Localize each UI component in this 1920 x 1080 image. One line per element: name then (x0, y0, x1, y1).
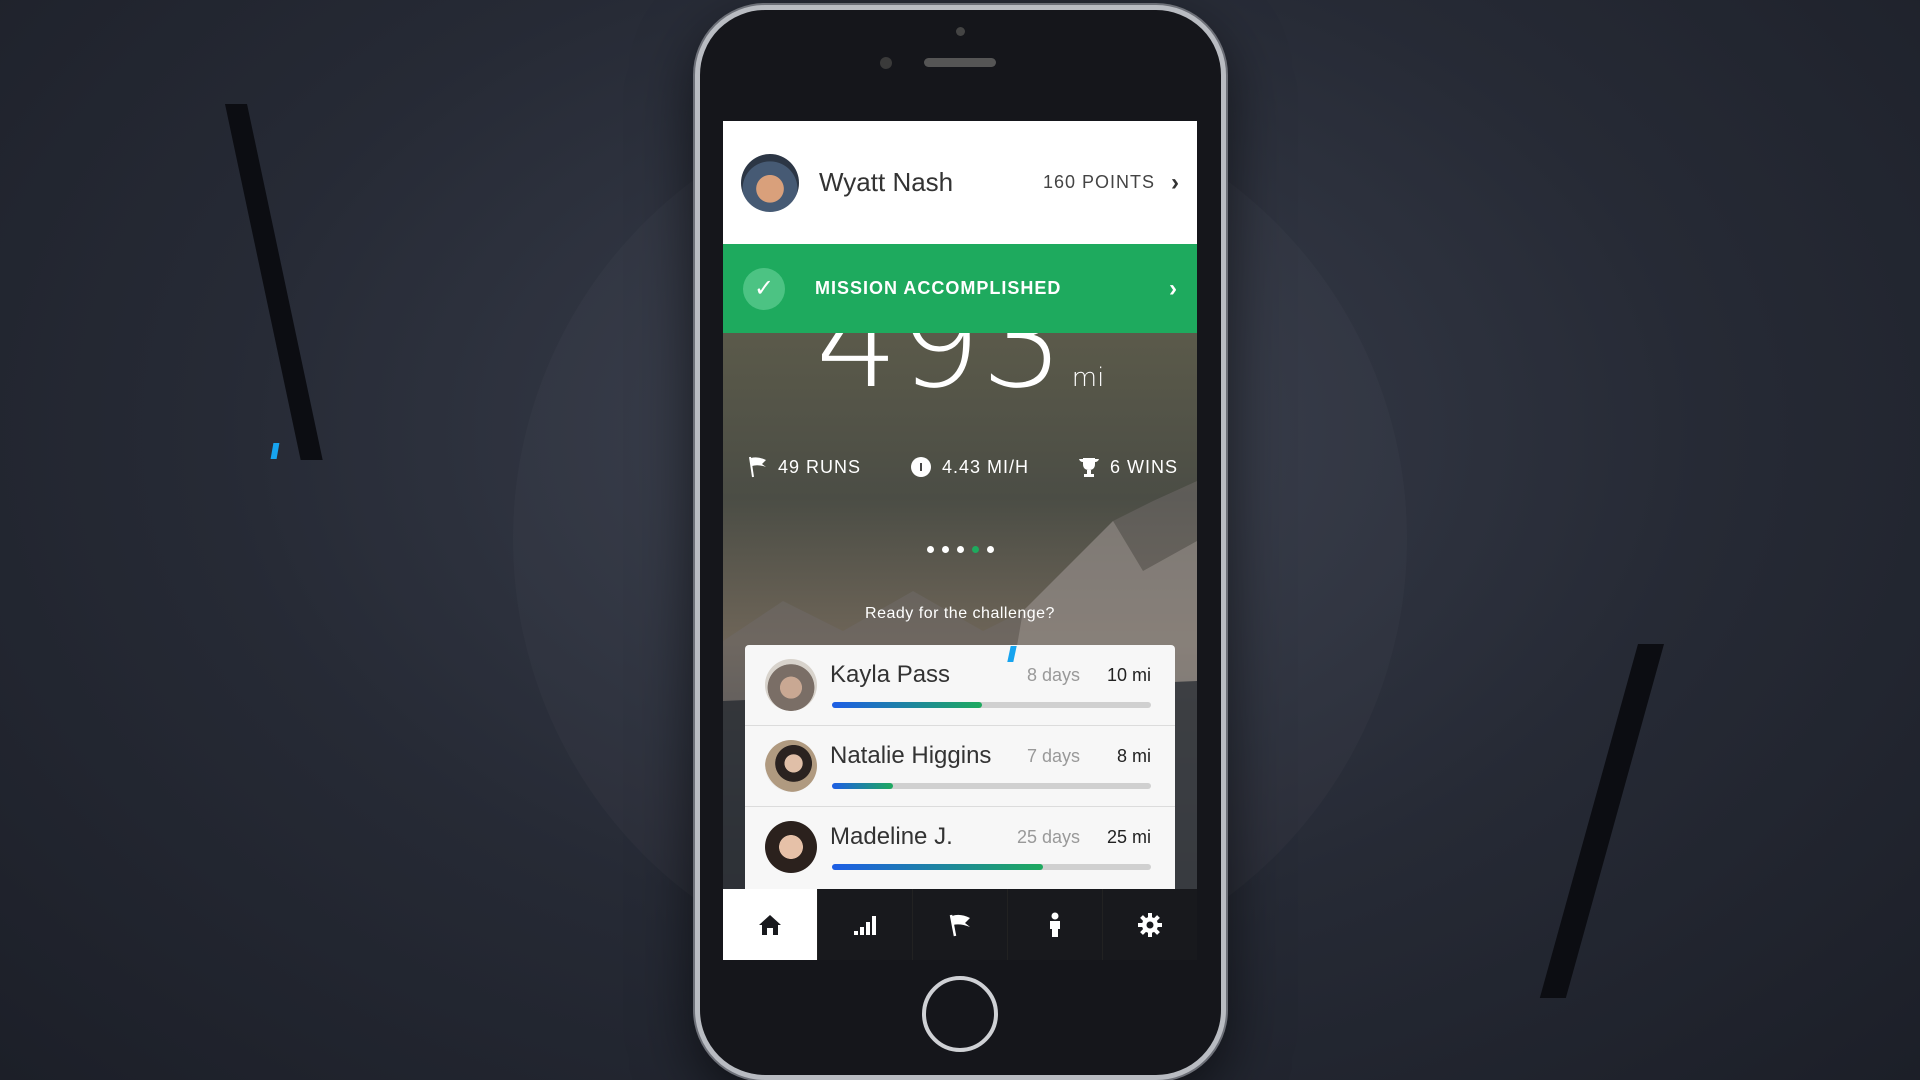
list-item[interactable]: Natalie Higgins 7 days 8 mi (745, 726, 1175, 807)
progress-bar (832, 783, 1151, 789)
stats-icon (854, 915, 876, 935)
flag-icon (949, 914, 970, 936)
challenger-name: Madeline J. (830, 823, 953, 850)
speedometer-icon (910, 457, 931, 477)
banner-label: MISSION ACCOMPLISHED (815, 278, 1062, 298)
app-screen: 493 mi Wyatt Nash 160 POINTS › ✓ MISSION … (723, 121, 1197, 960)
progress-fill (832, 702, 982, 708)
stat-wins: 6 WINS (1078, 456, 1178, 478)
chevron-right-icon: › (1171, 168, 1179, 196)
stat-label: 6 WINS (1109, 456, 1178, 477)
page-dot[interactable] (956, 546, 964, 553)
challenger-distance: 10 mi (1106, 665, 1151, 685)
gear-icon (1138, 912, 1162, 937)
user-name: Wyatt Nash (819, 167, 954, 197)
person-icon (1050, 912, 1060, 937)
challenger-distance: 8 mi (1116, 746, 1151, 766)
avatar (765, 821, 817, 873)
decorative-bar (1539, 644, 1664, 998)
challenger-days: 8 days (1026, 665, 1080, 685)
progress-fill (832, 864, 1043, 870)
stat-label: 4.43 MI/H (941, 456, 1030, 477)
home-icon (759, 914, 781, 935)
page-dot-active[interactable] (971, 546, 979, 553)
page-dot[interactable] (941, 546, 949, 553)
avatar (765, 740, 817, 792)
page-dot[interactable] (926, 546, 934, 553)
decorative-mark (270, 443, 280, 459)
list-item[interactable]: Madeline J. 25 days 25 mi (745, 807, 1175, 888)
tab-settings[interactable] (1103, 889, 1197, 960)
stat-runs: 49 RUNS (748, 456, 861, 478)
earpiece-speaker (924, 58, 996, 67)
challenger-distance: 25 mi (1106, 827, 1151, 847)
stats-row: 49 RUNS 4.43 MI/H 6 WINS (748, 456, 1178, 478)
flag-icon (749, 456, 766, 478)
points-count: 160 POINTS (1042, 172, 1155, 192)
progress-fill (832, 783, 893, 789)
trophy-icon (1078, 458, 1099, 477)
distance-unit: mi (1071, 363, 1105, 393)
mission-banner[interactable]: ✓ MISSION ACCOMPLISHED › (723, 244, 1197, 333)
sensor (956, 27, 965, 36)
chevron-right-icon: › (1169, 274, 1177, 302)
tab-profile[interactable] (1008, 889, 1103, 960)
challenger-days: 25 days (1016, 827, 1080, 847)
check-icon: ✓ (743, 267, 785, 310)
home-button[interactable] (922, 976, 998, 1052)
profile-header[interactable]: Wyatt Nash 160 POINTS › (723, 121, 1197, 244)
tab-bar (723, 889, 1197, 960)
avatar (765, 659, 817, 711)
challenge-prompt: Ready for the challenge? (865, 605, 1055, 622)
tab-stats[interactable] (818, 889, 913, 960)
challenger-name: Kayla Pass (830, 661, 951, 688)
stat-label: 49 RUNS (778, 456, 862, 477)
decorative-bar (225, 104, 323, 460)
progress-bar (832, 702, 1151, 708)
challenger-name: Natalie Higgins (830, 742, 992, 769)
page-dot[interactable] (986, 546, 994, 553)
progress-bar (832, 864, 1151, 870)
stat-speed: 4.43 MI/H (910, 456, 1029, 478)
page-indicator[interactable] (723, 546, 1197, 553)
front-camera (880, 57, 892, 69)
list-item[interactable]: Kayla Pass 8 days 10 mi (745, 645, 1175, 726)
avatar (741, 153, 799, 212)
tab-home[interactable] (723, 889, 818, 960)
challenger-days: 7 days (1026, 746, 1080, 766)
tab-challenges[interactable] (913, 889, 1008, 960)
challengers-list: Kayla Pass 8 days 10 mi Natalie Higgins … (745, 645, 1175, 889)
